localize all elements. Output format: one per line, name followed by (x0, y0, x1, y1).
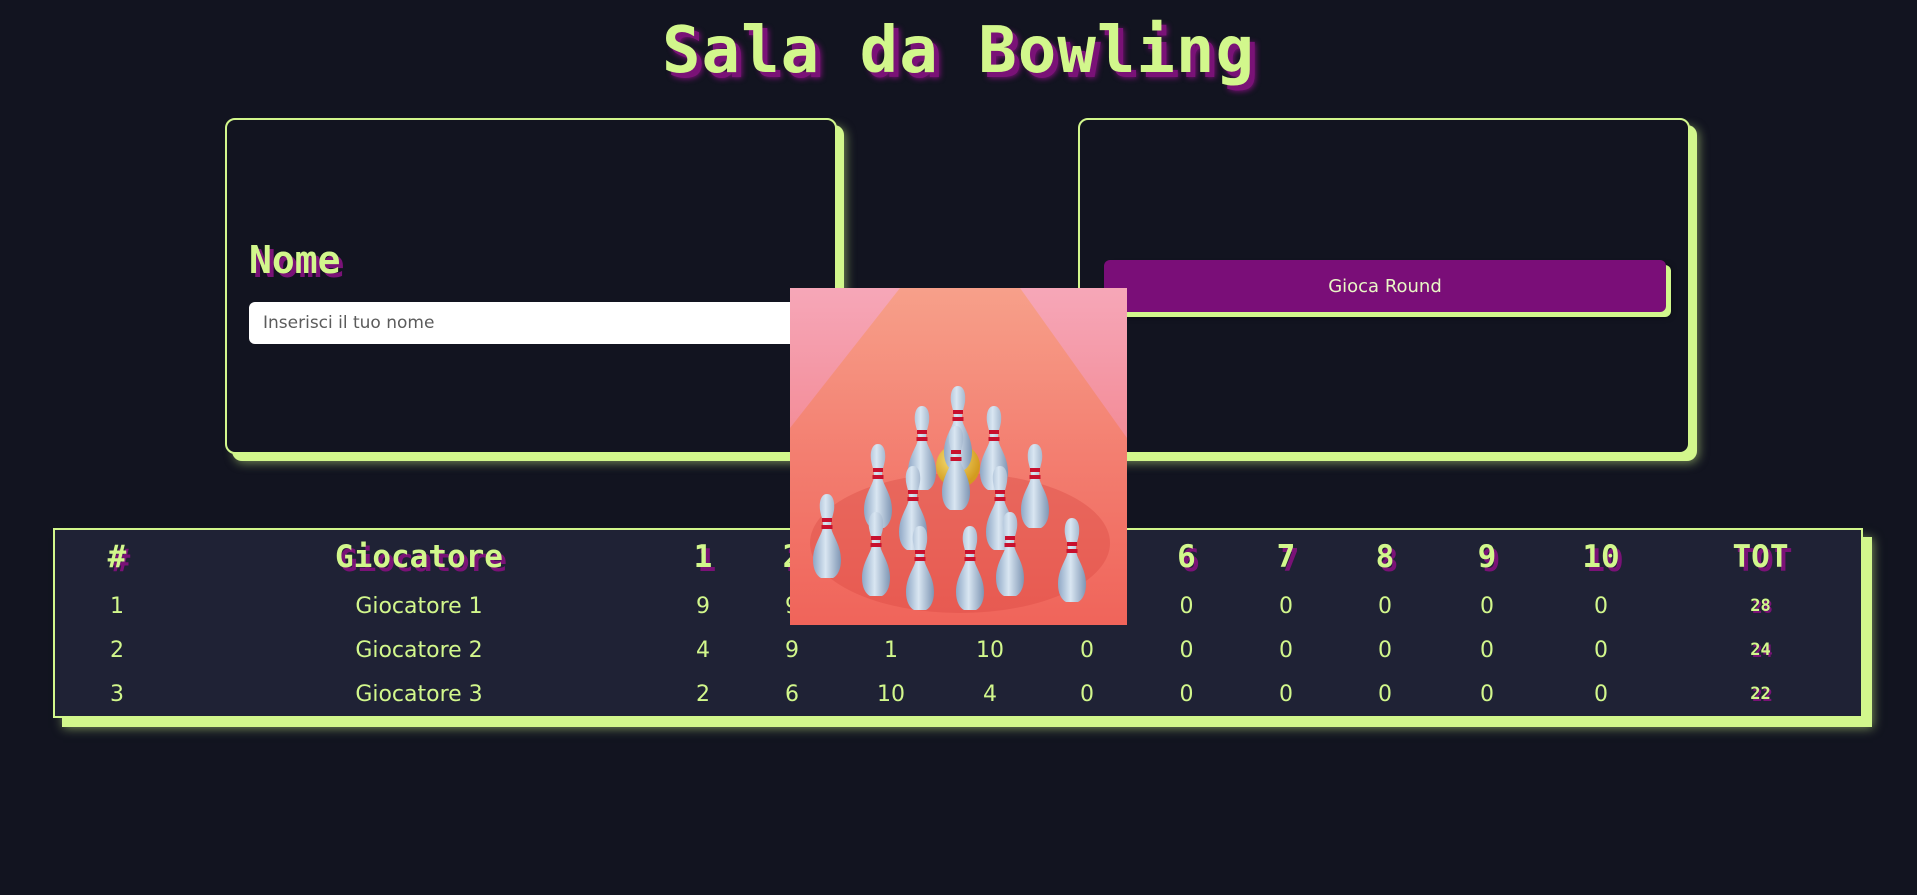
header-frame-6: 6 (1177, 539, 1196, 575)
page-title: Sala da Bowling (662, 14, 1255, 88)
frame-cell: 10 (877, 681, 905, 707)
frame-cell: 0 (1378, 681, 1392, 707)
page: Sala da Bowling Nome Gioca Round # Gioca… (0, 0, 1917, 895)
total-cell: 22 (1750, 684, 1771, 704)
frame-cell: 9 (785, 637, 799, 663)
frame-cell: 0 (1480, 637, 1494, 663)
frame-cell: 0 (1279, 681, 1293, 707)
frame-cell: 0 (1594, 593, 1608, 619)
header-rank: # (107, 539, 127, 575)
frame-cell: 1 (884, 637, 898, 663)
header-frame-8: 8 (1375, 539, 1395, 575)
frame-cell: 0 (1080, 637, 1094, 663)
frame-cell: 0 (1179, 681, 1194, 707)
frame-cell: 0 (1179, 593, 1194, 619)
rank-cell: 3 (110, 681, 124, 707)
play-round-button[interactable]: Gioca Round (1104, 260, 1666, 312)
round-panel: Gioca Round (1078, 118, 1690, 454)
table-row: 2 Giocatore 2 4 9 1 10 0 0 0 0 0 0 24 (55, 628, 1861, 672)
total-cell: 24 (1750, 640, 1771, 660)
frame-cell: 0 (1594, 637, 1608, 663)
total-cell: 28 (1750, 596, 1771, 616)
frame-cell: 0 (1480, 593, 1494, 619)
frame-cell: 0 (1594, 681, 1608, 707)
frame-cell: 0 (1080, 681, 1094, 707)
bowling-pins-image (790, 288, 1127, 625)
table-row: 3 Giocatore 3 2 6 10 4 0 0 0 0 0 0 22 (55, 672, 1861, 716)
frame-cell: 0 (1279, 637, 1293, 663)
frame-cell: 10 (976, 637, 1004, 663)
rank-cell: 2 (110, 637, 124, 663)
player-cell: Giocatore 2 (355, 637, 483, 663)
frame-cell: 0 (1279, 593, 1293, 619)
frame-cell: 2 (696, 681, 710, 707)
header-frame-7: 7 (1276, 539, 1296, 575)
header-player: Giocatore (335, 539, 503, 575)
frame-cell: 4 (696, 637, 710, 663)
header-total: TOT (1732, 539, 1789, 575)
frame-cell: 0 (1179, 637, 1194, 663)
frame-cell: 0 (1480, 681, 1494, 707)
player-cell: Giocatore 1 (355, 593, 483, 619)
name-heading: Nome (249, 238, 341, 282)
frame-cell: 4 (983, 681, 997, 707)
frame-cell: 9 (696, 593, 710, 619)
player-cell: Giocatore 3 (355, 681, 483, 707)
name-panel: Nome (225, 118, 837, 454)
header-frame-10: 10 (1582, 539, 1620, 575)
frame-cell: 6 (785, 681, 799, 707)
name-input[interactable] (249, 302, 815, 344)
header-frame-1: 1 (693, 539, 713, 575)
rank-cell: 1 (110, 593, 124, 619)
frame-cell: 0 (1378, 593, 1392, 619)
header-frame-9: 9 (1477, 539, 1497, 575)
frame-cell: 0 (1378, 637, 1392, 663)
